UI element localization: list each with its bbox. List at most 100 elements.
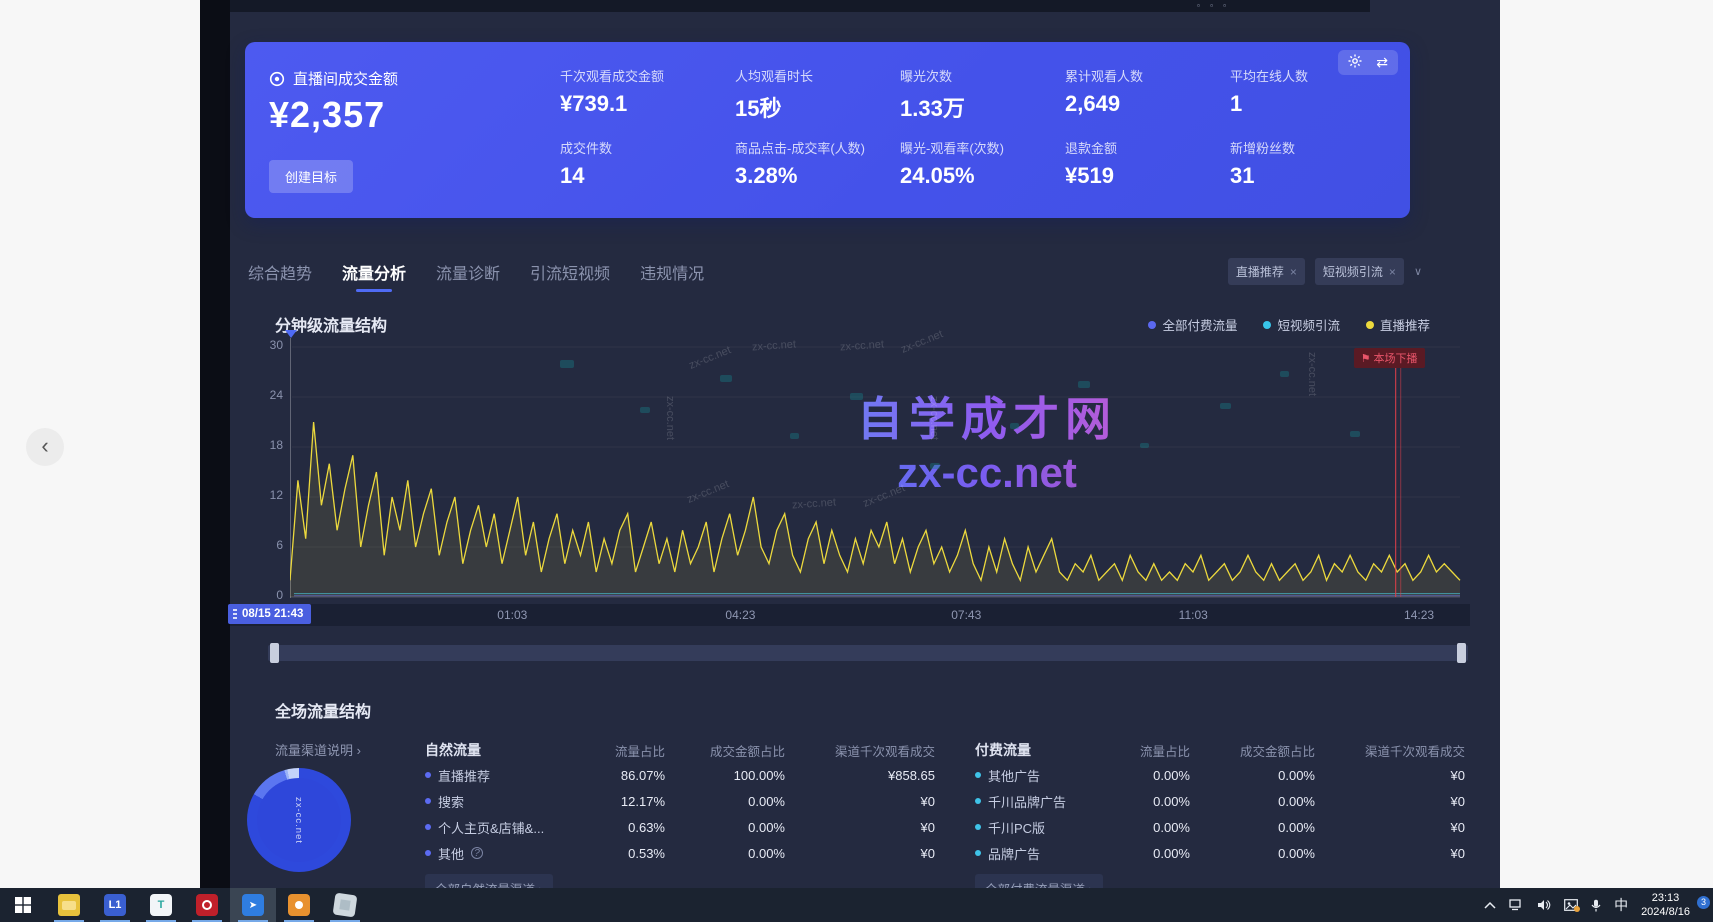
start-button[interactable] xyxy=(0,888,46,922)
legend-item[interactable]: 短视频引流 xyxy=(1263,315,1340,334)
taskbar-app-orange[interactable] xyxy=(276,888,322,922)
metric: 平均在线人数1 xyxy=(1230,66,1390,138)
metric-value: 24.05% xyxy=(900,163,1065,189)
info-icon[interactable]: ? xyxy=(471,847,483,859)
taskbar-app-teal-t[interactable]: T xyxy=(138,888,184,922)
channel-filter[interactable]: 直播推荐 × 短视频引流 × ∨ xyxy=(1228,258,1422,285)
filter-chip[interactable]: 直播推荐 × xyxy=(1228,258,1305,285)
taskbar-app-l1[interactable]: L1 xyxy=(92,888,138,922)
metric: 人均观看时长15秒 xyxy=(735,66,900,138)
column-header: 渠道千次观看成交 xyxy=(785,741,935,760)
paid-traffic-table: 付费流量流量占比成交金额占比渠道千次观看成交其他广告0.00%0.00%¥0千川… xyxy=(975,738,1465,888)
microphone-icon[interactable] xyxy=(1591,899,1601,912)
tray-expand-icon[interactable] xyxy=(1484,901,1496,909)
column-header: 成交金额占比 xyxy=(1190,741,1315,760)
time-range-slider[interactable] xyxy=(268,645,1468,661)
player-back-button[interactable]: ‹ xyxy=(26,428,64,466)
taskbar-app-cube[interactable] xyxy=(322,888,368,922)
filter-chip[interactable]: 短视频引流 × xyxy=(1315,258,1404,285)
ime-indicator[interactable]: 中 xyxy=(1614,895,1628,915)
metric-value: 15秒 xyxy=(735,91,900,123)
clock[interactable]: 23:13 2024/8/16 xyxy=(1641,891,1690,920)
panel-tools: ⇄ xyxy=(1338,50,1398,75)
network-icon[interactable] xyxy=(1509,899,1524,911)
row-value: 0.00% xyxy=(1190,846,1315,861)
y-axis-tick: 12 xyxy=(255,488,283,502)
row-value: ¥0 xyxy=(1315,846,1465,861)
channel-help-link[interactable]: 流量渠道说明 › xyxy=(275,740,361,759)
channel-dot-icon xyxy=(425,824,431,830)
row-value: 0.53% xyxy=(555,846,665,861)
x-axis-tick: 14:23 xyxy=(1404,608,1434,622)
file-explorer-icon xyxy=(58,894,80,916)
table-row[interactable]: 其他广告0.00%0.00%¥0 xyxy=(975,762,1465,788)
swap-view-icon[interactable]: ⇄ xyxy=(1376,54,1388,71)
row-value: 0.00% xyxy=(1080,820,1190,835)
column-header: 渠道千次观看成交 xyxy=(1315,741,1465,760)
tab-违规情况[interactable]: 违规情况 xyxy=(640,260,704,292)
table-row[interactable]: 品牌广告0.00%0.00%¥0 xyxy=(975,840,1465,866)
tab-流量分析[interactable]: 流量分析 xyxy=(342,260,406,292)
tab-流量诊断[interactable]: 流量诊断 xyxy=(436,260,500,292)
snip-tool-icon[interactable] xyxy=(1564,899,1578,911)
metric-value: 3.28% xyxy=(735,163,900,189)
channel-dot-icon xyxy=(425,850,431,856)
time-range-start-label[interactable]: 08/15 21:43 xyxy=(228,604,311,624)
app-cursor-icon: ➤ xyxy=(242,894,264,916)
traffic-line-chart[interactable] xyxy=(290,345,1465,603)
taskbar-file-explorer[interactable] xyxy=(46,888,92,922)
row-value: 86.07% xyxy=(555,768,665,783)
chip-close-icon[interactable]: × xyxy=(1389,265,1396,279)
tab-综合趋势[interactable]: 综合趋势 xyxy=(248,260,312,292)
metric-value: ¥739.1 xyxy=(560,91,735,117)
chip-label: 短视频引流 xyxy=(1323,263,1383,280)
taskbar-app-cursor[interactable]: ➤ xyxy=(230,888,276,922)
natural-traffic-table: 自然流量流量占比成交金额占比渠道千次观看成交直播推荐86.07%100.00%¥… xyxy=(425,738,935,888)
metric: 累计观看人数2,649 xyxy=(1065,66,1230,138)
metric-label: 新增粉丝数 xyxy=(1230,138,1390,157)
create-goal-button[interactable]: 创建目标 xyxy=(269,160,353,193)
row-value: ¥0 xyxy=(785,846,935,861)
chip-close-icon[interactable]: × xyxy=(1290,265,1297,279)
legend-item[interactable]: 直播推荐 xyxy=(1366,315,1430,334)
video-left-edge xyxy=(200,0,230,888)
metric-value: 14 xyxy=(560,163,735,189)
traffic-donut-chart: zx-cc.net xyxy=(247,768,351,872)
x-axis-strip xyxy=(230,604,1470,626)
table-row[interactable]: 千川PC版0.00%0.00%¥0 xyxy=(975,814,1465,840)
channel-dot-icon xyxy=(425,772,431,778)
table-row[interactable]: 搜索12.17%0.00%¥0 xyxy=(425,788,935,814)
watermark-on-donut: zx-cc.net xyxy=(293,796,304,843)
table-footer-link[interactable]: 全部自然流量渠道 › xyxy=(425,874,553,888)
metrics-grid: 千次观看成交金额¥739.1人均观看时长15秒曝光次数1.33万累计观看人数2,… xyxy=(560,66,1390,210)
gear-icon[interactable] xyxy=(1348,54,1362,71)
column-header: 流量占比 xyxy=(1080,741,1190,760)
table-row[interactable]: 直播推荐86.07%100.00%¥858.65 xyxy=(425,762,935,788)
table-row[interactable]: 其他?0.53%0.00%¥0 xyxy=(425,840,935,866)
row-value: ¥858.65 xyxy=(785,768,935,783)
metric-label: 退款金额 xyxy=(1065,138,1230,157)
app-l1-icon: L1 xyxy=(104,894,126,916)
row-label: 品牌广告 xyxy=(975,844,1080,863)
metric-value: 1 xyxy=(1230,91,1390,117)
row-value: ¥0 xyxy=(1315,820,1465,835)
metric: 曝光-观看率(次数) 24.05% xyxy=(900,138,1065,210)
table-row[interactable]: 千川品牌广告0.00%0.00%¥0 xyxy=(975,788,1465,814)
table-row[interactable]: 个人主页&店铺&...0.63%0.00%¥0 xyxy=(425,814,935,840)
metric-label: 商品点击-成交率(人数) xyxy=(735,138,900,157)
slider-handle-right[interactable] xyxy=(1457,643,1466,663)
axis-slider-handle[interactable] xyxy=(285,330,297,338)
y-axis-tick: 0 xyxy=(255,588,283,602)
taskbar-app-red-ring[interactable] xyxy=(184,888,230,922)
table-footer-link[interactable]: 全部付费流量渠道 › xyxy=(975,874,1103,888)
group-title: 自然流量 xyxy=(425,740,555,760)
tab-引流短视频[interactable]: 引流短视频 xyxy=(530,260,610,292)
volume-icon[interactable] xyxy=(1537,899,1551,911)
chevron-down-icon[interactable]: ∨ xyxy=(1414,265,1422,278)
metric-label: 曝光-观看率(次数) xyxy=(900,138,1065,157)
slider-handle-left[interactable] xyxy=(270,643,279,663)
chip-label: 直播推荐 xyxy=(1236,263,1284,280)
app-cube-icon xyxy=(333,893,358,918)
legend-dot-icon xyxy=(1263,321,1271,329)
legend-item[interactable]: 全部付费流量 xyxy=(1148,315,1237,334)
